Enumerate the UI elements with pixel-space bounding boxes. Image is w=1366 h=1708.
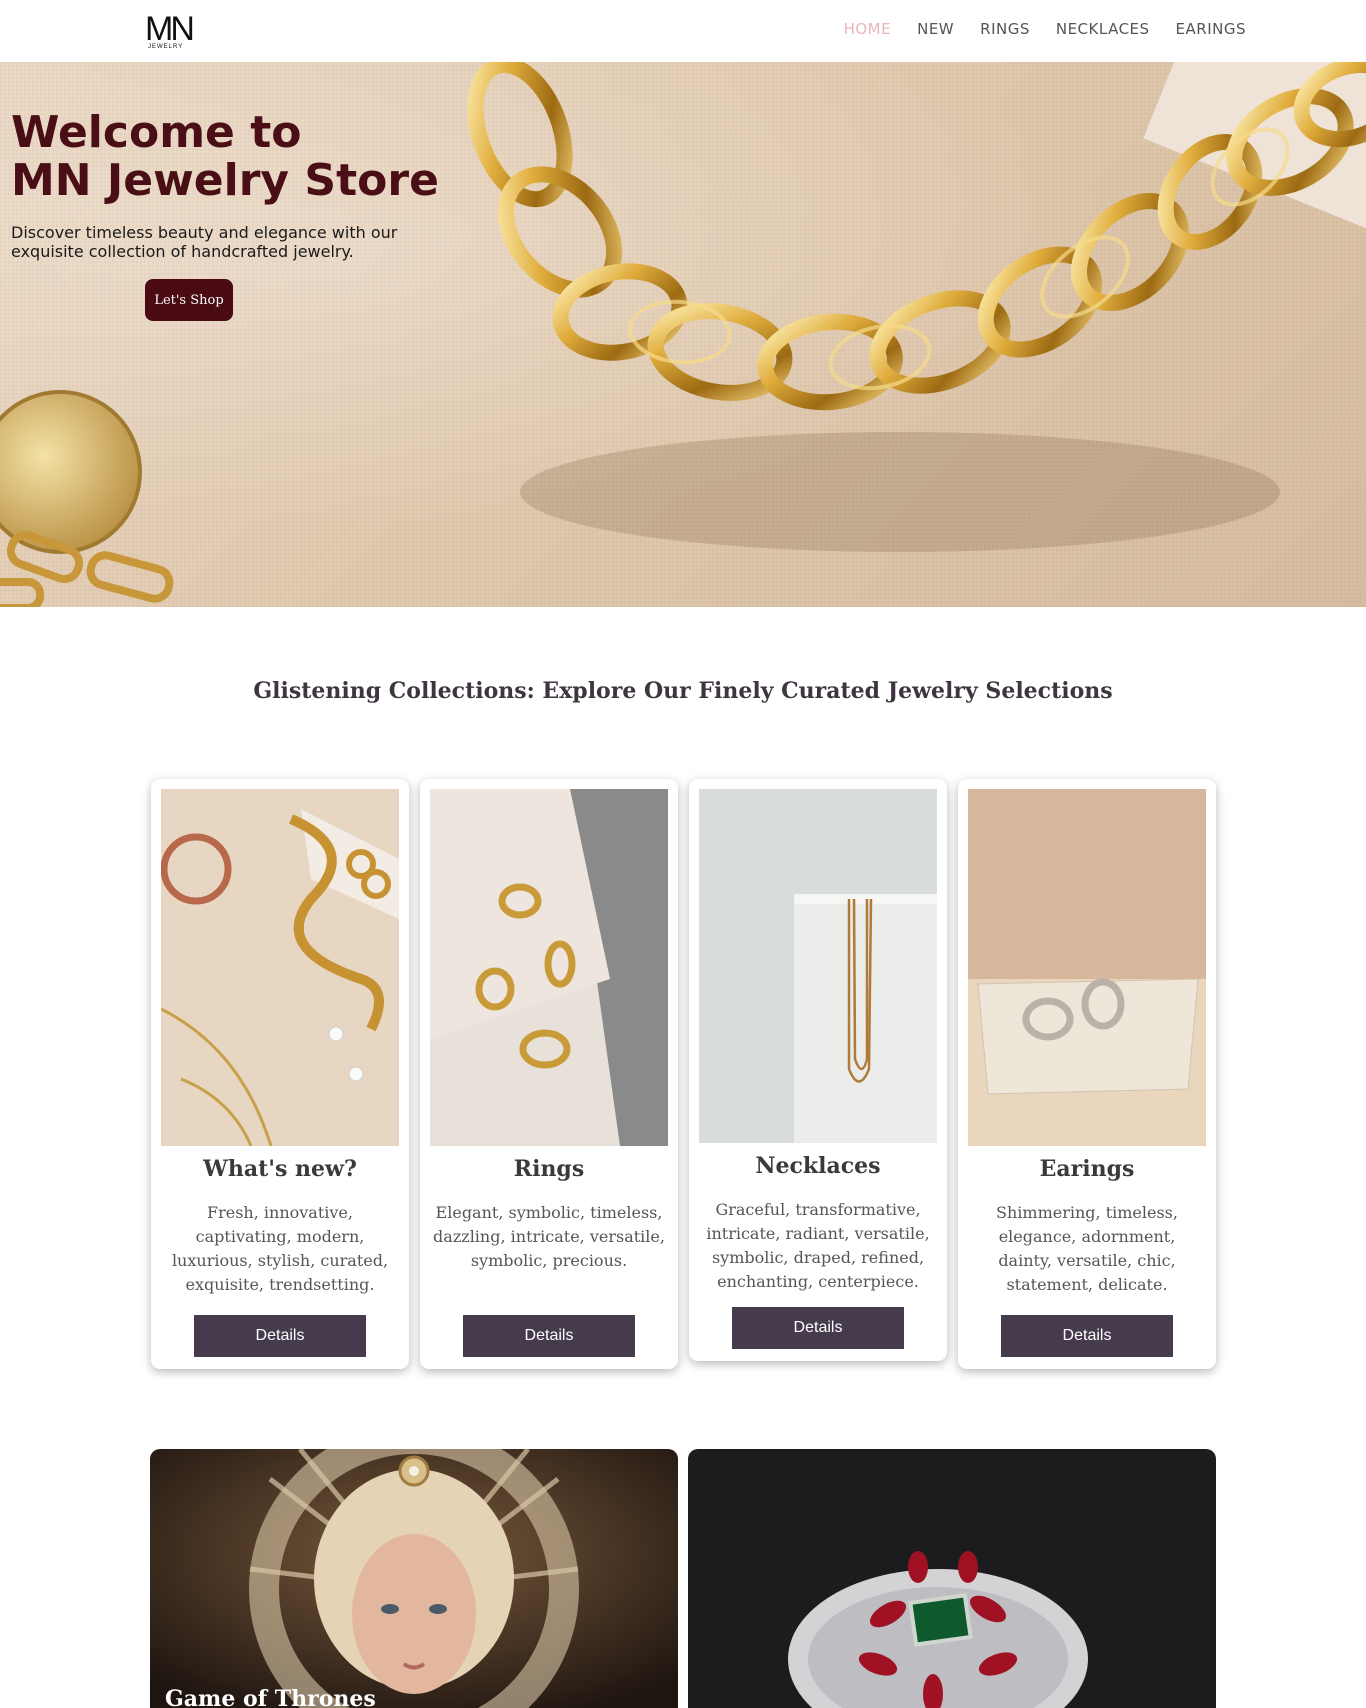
hero-banner: Welcome to MN Jewelry Store Discover tim…: [0, 62, 1366, 607]
card-description: Shimmering, timeless, elegance, adornmen…: [996, 1203, 1178, 1294]
lets-shop-button[interactable]: Let's Shop: [145, 279, 233, 321]
banner-title: Game of Thrones: [165, 1686, 376, 1708]
details-button[interactable]: Details: [1001, 1315, 1173, 1357]
new-collection-image: [161, 789, 399, 1146]
hero-title-line2: MN Jewelry Store: [11, 155, 439, 206]
collection-card-new: What's new? Fresh, innovative, captivati…: [151, 779, 409, 1369]
banner-ring[interactable]: [688, 1449, 1216, 1708]
collection-card-necklaces: Necklaces Graceful, transformative, intr…: [689, 779, 947, 1361]
collection-card-earings: Earings Shimmering, timeless, elegance, …: [958, 779, 1216, 1369]
hero-subtitle: Discover timeless beauty and elegance wi…: [11, 223, 398, 261]
logo-mark: MN: [145, 10, 195, 48]
card-title: Rings: [513, 1156, 585, 1182]
site-header: MN JEWELRY HOME NEW RINGS NECKLACES EARI…: [0, 0, 1366, 62]
card-title: What's new?: [203, 1156, 357, 1182]
hero-title-line1: Welcome to: [11, 107, 302, 158]
emerald-ruby-ring-image: [688, 1449, 1216, 1708]
nav-new[interactable]: NEW: [917, 20, 954, 38]
rings-collection-image: [430, 789, 668, 1146]
banner-game-of-thrones[interactable]: Game of Thrones: [150, 1449, 678, 1708]
nav-earings[interactable]: EARINGS: [1176, 20, 1246, 38]
nav-necklaces[interactable]: NECKLACES: [1056, 20, 1150, 38]
details-button[interactable]: Details: [463, 1315, 635, 1357]
collections-title: Glistening Collections: Explore Our Fine…: [253, 678, 1113, 704]
brand-logo[interactable]: MN JEWELRY: [145, 12, 195, 50]
card-description: Elegant, symbolic, timeless, dazzling, i…: [433, 1203, 665, 1270]
card-description: Graceful, transformative, intricate, rad…: [706, 1200, 930, 1291]
nav-home[interactable]: HOME: [844, 20, 892, 38]
nav-rings[interactable]: RINGS: [980, 20, 1030, 38]
logo-subtext: JEWELRY: [148, 44, 184, 50]
necklaces-collection-image: [699, 789, 937, 1146]
crowned-woman-image: [150, 1449, 678, 1708]
card-description: Fresh, innovative, captivating, modern, …: [171, 1203, 389, 1294]
card-title: Necklaces: [755, 1153, 881, 1179]
earings-collection-image: [968, 789, 1206, 1146]
details-button[interactable]: Details: [194, 1315, 366, 1357]
collection-card-rings: Rings Elegant, symbolic, timeless, dazzl…: [420, 779, 678, 1369]
hero-title: Welcome to MN Jewelry Store: [11, 109, 439, 205]
main-nav: HOME NEW RINGS NECKLACES EARINGS: [844, 20, 1246, 38]
details-button[interactable]: Details: [732, 1307, 904, 1349]
card-title: Earings: [1039, 1156, 1135, 1182]
